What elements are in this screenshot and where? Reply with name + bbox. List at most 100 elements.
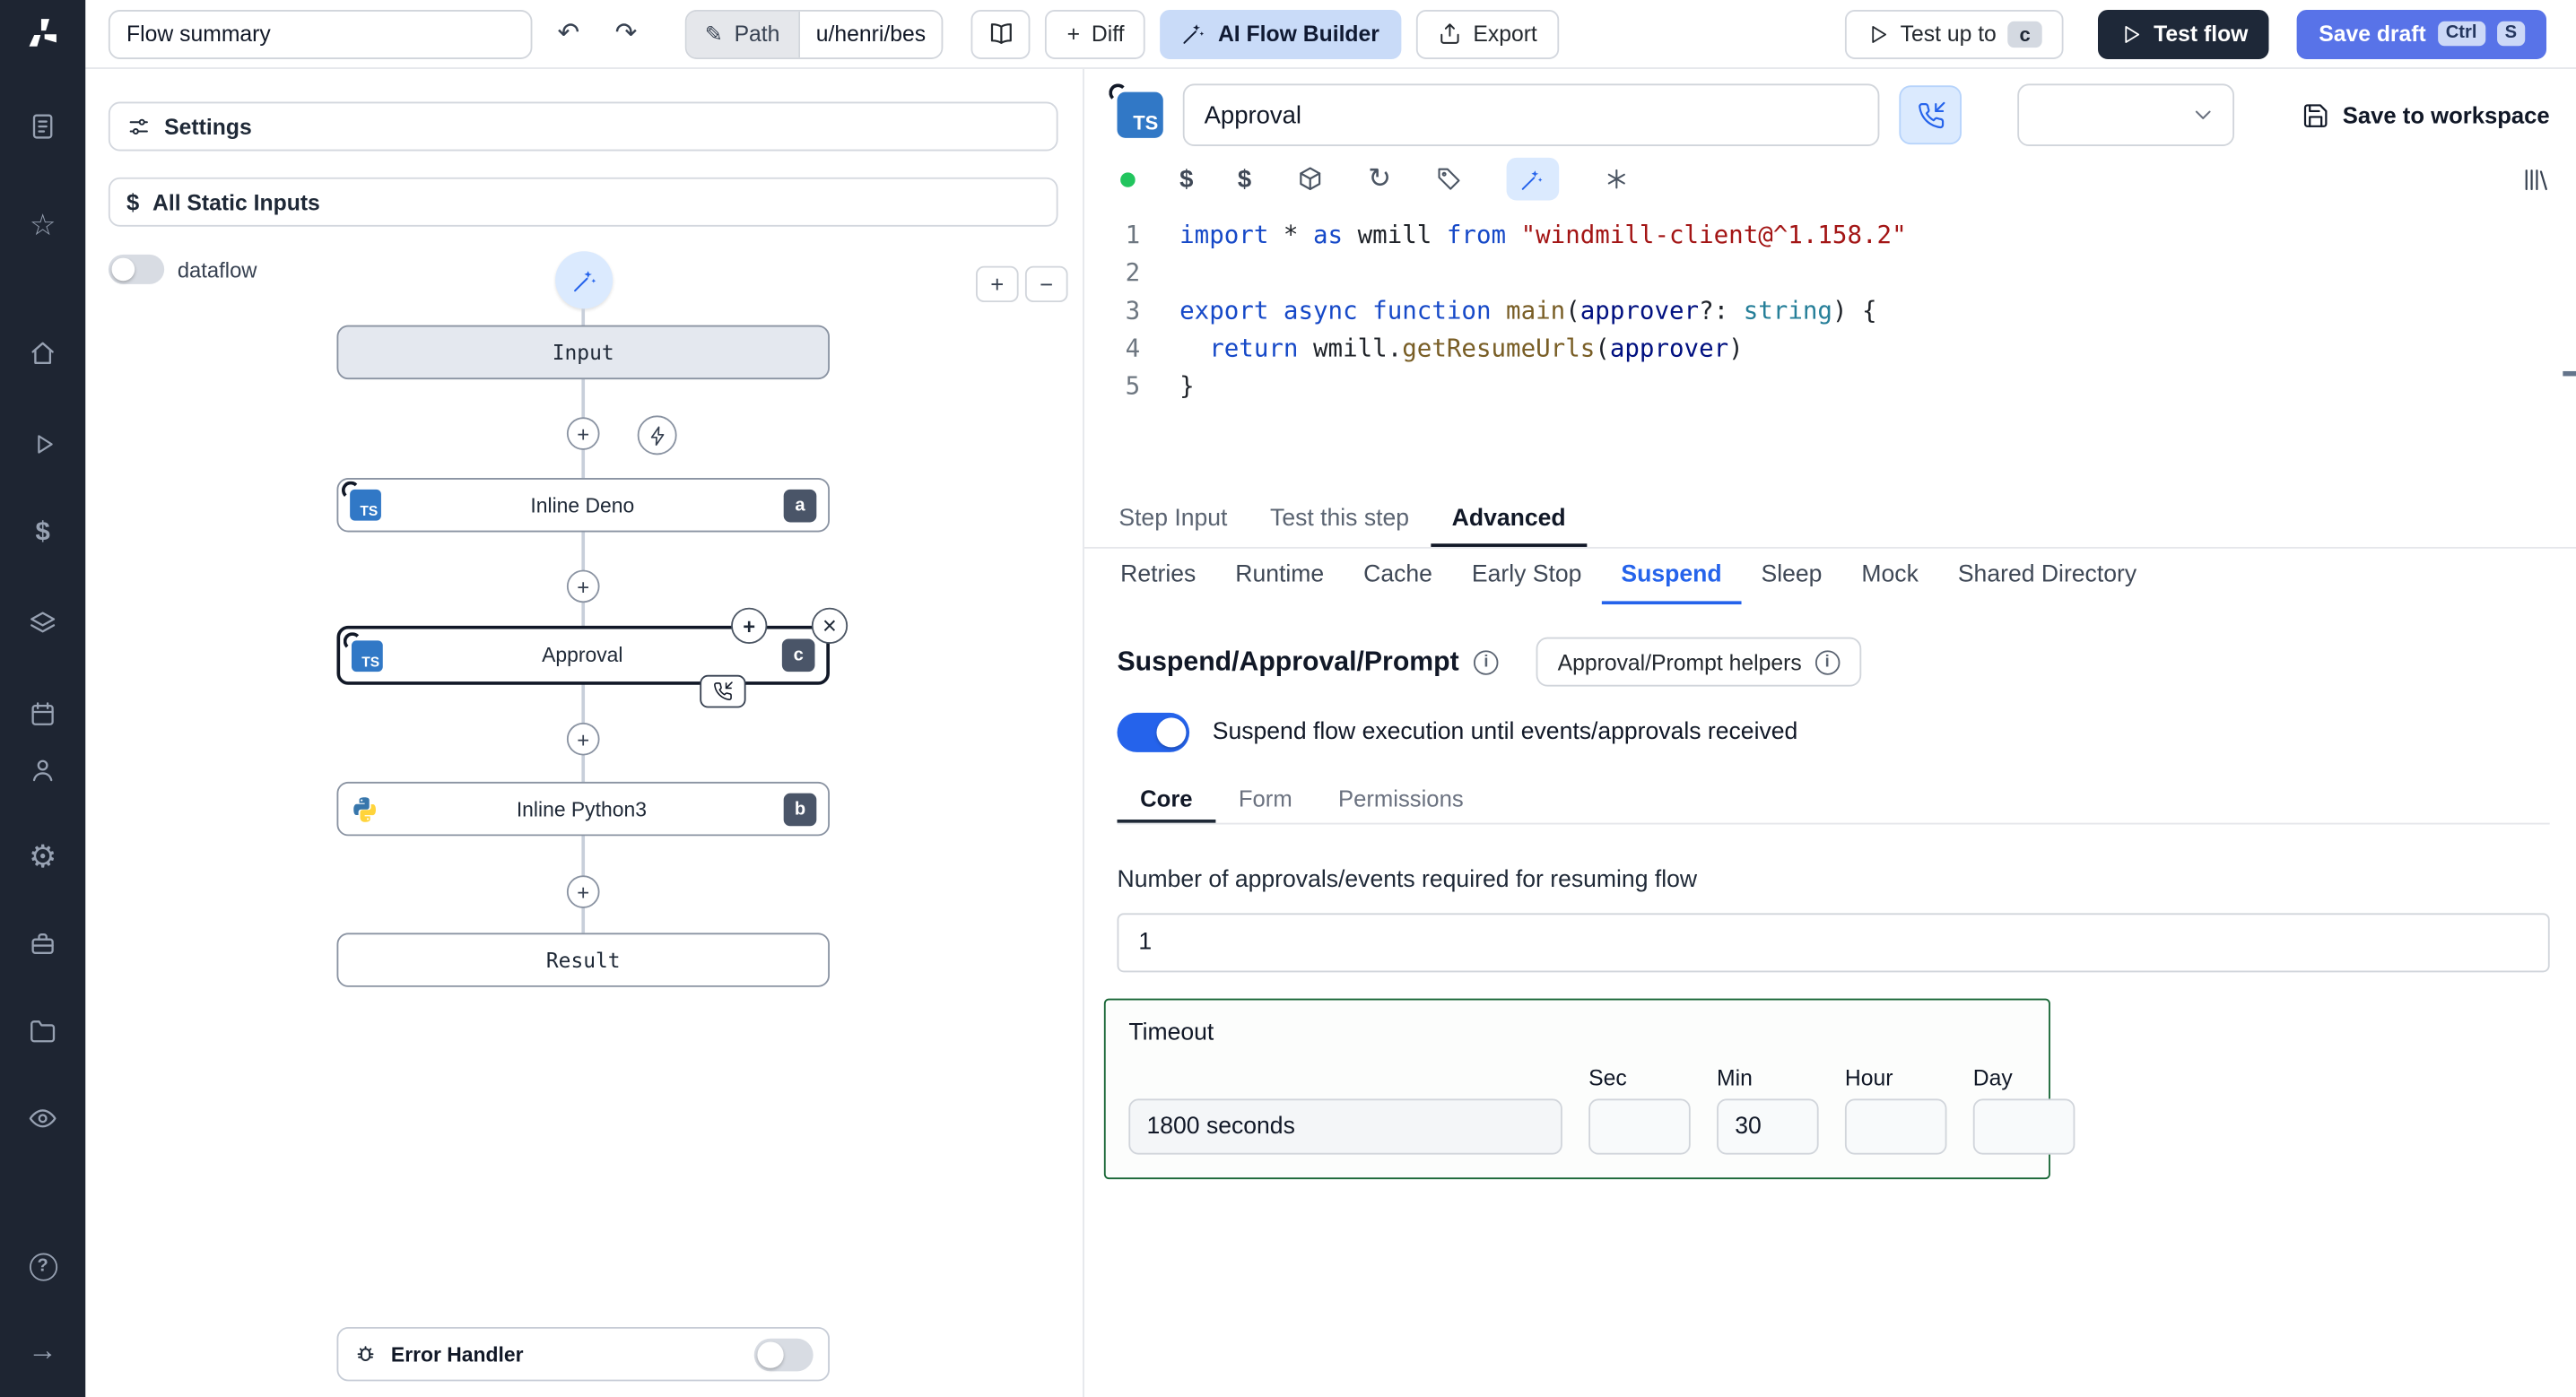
- assistant-asterisk-icon[interactable]: [1604, 166, 1630, 192]
- path-control[interactable]: ✎ Path u/henri/bes: [684, 9, 944, 59]
- suspend-indicator-chip[interactable]: [700, 674, 746, 708]
- tab-advanced[interactable]: Advanced: [1430, 492, 1588, 547]
- dataflow-toggle[interactable]: [108, 254, 165, 284]
- trigger-zap-button[interactable]: [637, 415, 677, 456]
- workers-icon[interactable]: [14, 916, 70, 972]
- step-name-input[interactable]: [1182, 83, 1880, 147]
- tab-test-this-step[interactable]: Test this step: [1249, 492, 1431, 546]
- zoom-out-button[interactable]: −: [1024, 265, 1068, 303]
- plus-glyph: +: [577, 879, 590, 905]
- tab-cache[interactable]: Cache: [1344, 549, 1452, 604]
- error-handler-toggle[interactable]: [753, 1337, 814, 1371]
- tag-icon[interactable]: [1436, 166, 1462, 192]
- save-to-workspace-button[interactable]: Save to workspace: [2302, 101, 2550, 129]
- code-line[interactable]: 5}: [1084, 368, 2576, 405]
- insert-step-button[interactable]: +: [566, 569, 600, 603]
- variables-dollar-icon[interactable]: $: [1179, 165, 1193, 193]
- node-move-button[interactable]: +: [731, 607, 768, 644]
- flow-node-result[interactable]: Result: [336, 933, 830, 987]
- tab-early-stop[interactable]: Early Stop: [1452, 549, 1602, 604]
- timeout-min-input[interactable]: [1717, 1098, 1819, 1155]
- undo-button[interactable]: ↶: [547, 13, 590, 56]
- flow-node-inline-deno[interactable]: TS Inline Deno a: [336, 478, 830, 533]
- script-version-select[interactable]: [2017, 83, 2235, 147]
- loading-spinner: [343, 631, 361, 650]
- code-line[interactable]: 3 export async function main(approver?: s…: [1084, 292, 2576, 330]
- path-value[interactable]: u/henri/bes: [797, 10, 943, 57]
- tab-retries[interactable]: Retries: [1101, 549, 1215, 604]
- help-icon[interactable]: ?: [14, 1238, 70, 1294]
- tab-permissions[interactable]: Permissions: [1315, 776, 1486, 823]
- tab-mock[interactable]: Mock: [1841, 549, 1937, 604]
- approval-prompt-helpers-button[interactable]: Approval/Prompt helpers i: [1536, 637, 1861, 687]
- suspend-phone-button[interactable]: [1899, 85, 1962, 145]
- save-draft-button[interactable]: Save draft Ctrl S: [2297, 9, 2547, 59]
- node-delete-button[interactable]: ×: [811, 607, 849, 644]
- error-handler-box[interactable]: Error Handler: [336, 1326, 830, 1382]
- tab-sleep[interactable]: Sleep: [1742, 549, 1842, 604]
- code-line[interactable]: 1 import * as wmill from "windmill-client…: [1084, 217, 2576, 255]
- node-label: Inline Deno: [530, 493, 635, 517]
- diff-button[interactable]: + Diff: [1045, 9, 1146, 59]
- timeout-fieldset: Timeout Sec Min Hour: [1103, 998, 2076, 1180]
- flow-summary-input[interactable]: [108, 9, 533, 59]
- tab-shared-directory[interactable]: Shared Directory: [1938, 549, 2156, 604]
- ai-flow-builder-button[interactable]: AI Flow Builder: [1160, 9, 1401, 59]
- zoom-in-button[interactable]: +: [975, 265, 1019, 303]
- toggle-knob: [1156, 717, 1187, 748]
- export-icon: [1440, 23, 1458, 44]
- docs-icon[interactable]: [14, 99, 70, 154]
- flow-settings-button[interactable]: Settings: [108, 101, 1058, 152]
- redo-button[interactable]: ↷: [605, 13, 648, 56]
- app-root: ☆ $ ⚙ ? → Flow summary ↶ ↷ ✎ Path u/henr…: [0, 0, 2576, 1397]
- settings-gear-icon[interactable]: ⚙: [14, 829, 70, 885]
- insert-step-button[interactable]: +: [566, 722, 600, 756]
- timeout-display-input[interactable]: [1128, 1098, 1562, 1155]
- timeout-hour-label: Hour: [1844, 1065, 1893, 1091]
- all-static-inputs-button[interactable]: $ All Static Inputs: [108, 177, 1058, 227]
- library-panel-icon[interactable]: [2522, 165, 2550, 193]
- code-line[interactable]: 2: [1084, 255, 2576, 292]
- tab-step-input[interactable]: Step Input: [1098, 492, 1249, 546]
- insert-step-button[interactable]: +: [566, 417, 600, 450]
- timeout-sec-input[interactable]: [1588, 1098, 1691, 1155]
- typescript-icon: TS: [341, 481, 381, 521]
- flow-node-inline-python3[interactable]: Inline Python3 b: [336, 781, 830, 837]
- left-sidebar: ☆ $ ⚙ ? →: [0, 0, 86, 1397]
- runs-icon[interactable]: [14, 415, 70, 471]
- resources-dollar-icon[interactable]: $: [1238, 165, 1251, 193]
- package-cube-icon[interactable]: [1296, 165, 1324, 193]
- home-icon[interactable]: [14, 325, 70, 381]
- tab-suspend[interactable]: Suspend: [1601, 549, 1742, 605]
- audit-eye-icon[interactable]: [14, 1090, 70, 1146]
- user-icon[interactable]: [14, 742, 70, 798]
- code-line[interactable]: 4 return wmill.getResumeUrls(approver): [1084, 330, 2576, 368]
- approvals-count-input[interactable]: [1117, 913, 2550, 973]
- code-editor[interactable]: 1 import * as wmill from "windmill-client…: [1084, 207, 2576, 493]
- info-icon[interactable]: i: [1474, 649, 1499, 674]
- resources-icon[interactable]: [14, 596, 70, 652]
- schedules-icon[interactable]: [14, 687, 70, 742]
- export-button[interactable]: Export: [1415, 9, 1559, 59]
- ai-assistant-wand-button[interactable]: [1506, 157, 1560, 201]
- flow-node-input[interactable]: Input: [336, 325, 830, 380]
- ai-wand-button[interactable]: [555, 251, 614, 309]
- favorites-star-icon[interactable]: ☆: [14, 197, 70, 253]
- tab-runtime[interactable]: Runtime: [1215, 549, 1344, 604]
- test-flow-button[interactable]: Test flow: [2097, 9, 2270, 59]
- tab-form[interactable]: Form: [1215, 776, 1315, 823]
- advanced-tabs: Retries Runtime Cache Early Stop Suspend…: [1084, 549, 2576, 605]
- plus-glyph: +: [990, 271, 1005, 298]
- variables-icon[interactable]: $: [14, 506, 70, 561]
- docs-book-button[interactable]: [971, 9, 1031, 59]
- reset-refresh-icon[interactable]: ↻: [1368, 162, 1391, 195]
- test-up-to-button[interactable]: Test up to c: [1844, 9, 2064, 59]
- folders-icon[interactable]: [14, 1003, 70, 1059]
- windmill-logo[interactable]: [0, 0, 85, 65]
- tab-core[interactable]: Core: [1117, 776, 1216, 823]
- timeout-day-input[interactable]: [1972, 1098, 2076, 1155]
- collapse-sidebar-icon[interactable]: →: [14, 1322, 70, 1377]
- suspend-enable-toggle[interactable]: [1117, 712, 1190, 752]
- insert-step-button[interactable]: +: [566, 875, 600, 908]
- timeout-hour-input[interactable]: [1844, 1098, 1947, 1155]
